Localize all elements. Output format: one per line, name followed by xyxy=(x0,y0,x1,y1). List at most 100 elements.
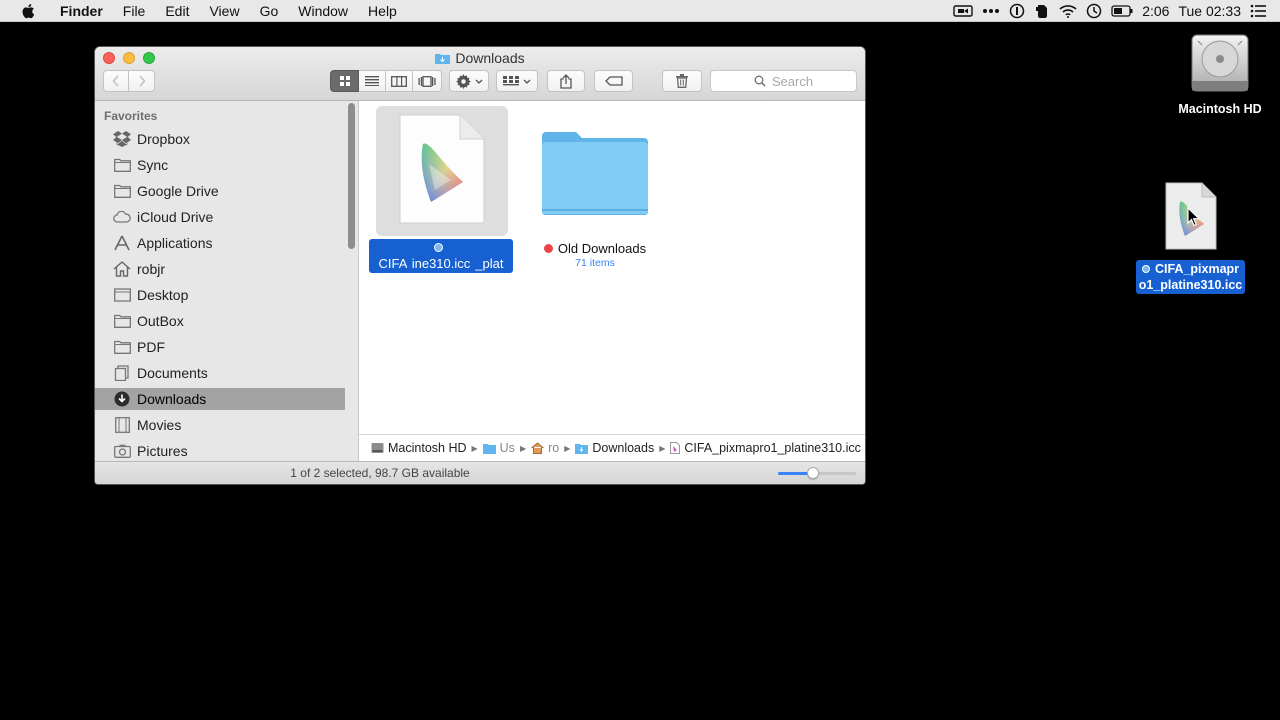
share-button[interactable] xyxy=(547,70,585,92)
share-icon xyxy=(560,73,572,89)
apple-menu-icon[interactable] xyxy=(20,2,38,20)
sidebar-item-google-drive[interactable]: Google Drive xyxy=(95,180,345,202)
file-item-icc[interactable]: CIFA_pixmapro1_plat ine310.icc xyxy=(359,101,525,273)
applications-icon xyxy=(113,234,131,252)
sidebar-item-downloads[interactable]: Downloads xyxy=(95,388,345,410)
home-icon xyxy=(113,260,131,278)
sidebar-item-pictures[interactable]: Pictures xyxy=(95,440,345,461)
desktop-file-label-line2: o1_platine310.icc xyxy=(1138,278,1243,292)
sidebar-scrollbar[interactable] xyxy=(348,103,355,249)
path-separator-icon: ▶ xyxy=(471,443,478,453)
sidebar-item-documents[interactable]: Documents xyxy=(95,362,345,384)
path-crumb-users[interactable]: Us xyxy=(482,441,515,455)
sidebar-item-label: Dropbox xyxy=(137,131,190,147)
path-crumb-label: ro xyxy=(548,441,560,455)
search-input[interactable]: Search xyxy=(710,70,857,92)
folder-item-count: 71 items xyxy=(575,257,615,269)
tag-icon xyxy=(604,76,623,86)
menu-edit[interactable]: Edit xyxy=(155,0,199,22)
password-manager-icon[interactable] xyxy=(1009,3,1025,19)
desktop-drive-label: Macintosh HD xyxy=(1178,102,1262,116)
folder-name-label: Old Downloads xyxy=(527,241,663,256)
sidebar-item-label: Google Drive xyxy=(137,183,219,199)
menu-finder[interactable]: Finder xyxy=(54,0,113,22)
sidebar-item-dropbox[interactable]: Dropbox xyxy=(95,128,345,150)
chevron-right-icon xyxy=(138,75,146,87)
menu-view[interactable]: View xyxy=(199,0,249,22)
arrange-button[interactable] xyxy=(496,70,538,92)
chevron-down-icon xyxy=(523,79,531,84)
sidebar-item-applications[interactable]: Applications xyxy=(95,232,345,254)
desktop-file-label: CIFA_pixmapr o1_platine310.icc xyxy=(1136,260,1245,294)
back-button[interactable] xyxy=(103,70,129,92)
more-dots-icon[interactable] xyxy=(982,8,1000,14)
notification-center-icon[interactable] xyxy=(1250,4,1266,18)
sidebar-heading: Favorites xyxy=(104,109,158,123)
downloads-icon xyxy=(113,390,131,408)
red-tag-dot xyxy=(543,244,553,253)
sidebar-item-label: Documents xyxy=(137,365,208,381)
path-separator-icon: ▶ xyxy=(659,443,666,453)
icon-size-slider-knob[interactable] xyxy=(807,467,820,479)
list-view-button[interactable] xyxy=(359,70,386,92)
path-crumb-home[interactable]: ro xyxy=(531,441,559,455)
evernote-icon[interactable] xyxy=(1034,3,1050,19)
sidebar-item-desktop[interactable]: Desktop xyxy=(95,284,345,306)
time-machine-icon[interactable] xyxy=(1086,3,1102,19)
sidebar-item-outbox[interactable]: OutBox xyxy=(95,310,345,332)
search-placeholder: Search xyxy=(771,73,814,89)
sidebar-item-movies[interactable]: Movies xyxy=(95,414,345,436)
hard-drive-icon xyxy=(1191,34,1249,92)
sidebar-item-sync[interactable]: Sync xyxy=(95,154,345,176)
desktop-file-label-line1: CIFA_pixmapr xyxy=(1154,262,1240,276)
battery-icon[interactable] xyxy=(1111,5,1133,17)
cover-flow-button[interactable] xyxy=(413,70,442,92)
menu-file[interactable]: File xyxy=(113,0,156,22)
column-view-button[interactable] xyxy=(386,70,413,92)
sidebar-item-pdf[interactable]: PDF xyxy=(95,336,345,358)
window-toolbar: Downloads Search xyxy=(95,47,865,101)
folder-item-old-downloads[interactable]: Old Downloads 71 items xyxy=(527,101,663,271)
menu-window[interactable]: Window xyxy=(288,0,358,22)
icon-view-button[interactable] xyxy=(330,70,359,92)
icc-file-icon xyxy=(670,442,681,454)
movies-icon xyxy=(113,416,131,434)
action-menu-button[interactable] xyxy=(449,70,489,92)
menubar-clock[interactable]: Tue 02:33 xyxy=(1178,3,1241,19)
sidebar-item-robjr[interactable]: robjr xyxy=(95,258,345,280)
menu-go[interactable]: Go xyxy=(250,0,289,22)
battery-time[interactable]: 2:06 xyxy=(1142,3,1169,19)
path-crumb-label: Macintosh HD xyxy=(388,441,467,455)
path-crumb-macintosh-hd[interactable]: Macintosh HD xyxy=(371,441,467,455)
grid-icon xyxy=(339,76,350,86)
delete-button[interactable] xyxy=(662,70,702,92)
folder-icon xyxy=(113,338,131,356)
chevron-down-icon xyxy=(475,79,482,84)
menu-help[interactable]: Help xyxy=(358,0,407,22)
list-icon xyxy=(365,76,379,86)
desktop-item-macintosh-hd[interactable]: Macintosh HD xyxy=(1178,33,1262,116)
wifi-icon[interactable] xyxy=(1059,4,1077,18)
sidebar-item-label: Sync xyxy=(137,157,169,173)
path-crumb-file[interactable]: CIFA_pixmapro1_platine310.icc xyxy=(670,441,861,455)
sidebar-item-icloud-drive[interactable]: iCloud Drive xyxy=(95,206,345,228)
path-crumb-label: CIFA_pixmapro1_platine310.icc xyxy=(684,441,861,455)
folder-icon xyxy=(113,156,131,174)
sidebar-item-label: iCloud Drive xyxy=(137,209,214,225)
sidebar-item-label: PDF xyxy=(137,339,165,355)
folder-icon xyxy=(482,443,496,454)
status-menus: 2:06 Tue 02:33 xyxy=(953,0,1280,22)
arrange-grid-icon xyxy=(503,75,519,85)
screen-record-icon[interactable] xyxy=(953,4,973,18)
hard-drive-icon xyxy=(371,443,384,453)
file-browser-content: CIFA_pixmapro1_plat ine310.icc Old Downl… xyxy=(359,101,865,434)
desktop-icon xyxy=(113,286,131,304)
icc-profile-file-icon xyxy=(399,114,485,224)
finder-window: Downloads Search Favorites Dropbox Sync … xyxy=(95,47,865,484)
tag-button[interactable] xyxy=(594,70,633,92)
forward-button[interactable] xyxy=(129,70,155,92)
downloads-folder-icon xyxy=(435,54,451,64)
path-crumb-downloads[interactable]: Downloads xyxy=(575,441,654,455)
icon-size-slider[interactable] xyxy=(778,467,856,479)
documents-icon xyxy=(113,364,131,382)
